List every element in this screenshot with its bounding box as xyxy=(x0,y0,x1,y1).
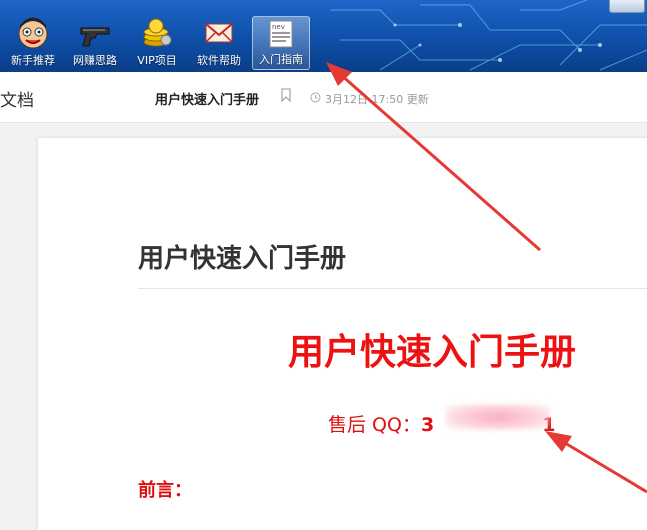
cartoon-face-icon xyxy=(18,17,48,49)
page-heading: 用户快速入门手册 xyxy=(138,244,347,274)
toolbar-label: 网赚思路 xyxy=(73,54,117,67)
redaction-blur xyxy=(446,404,550,430)
svg-text:nev: nev xyxy=(272,23,285,31)
doc-section-label[interactable]: 文档 xyxy=(0,86,34,111)
toolbar-item-vip[interactable]: VIP项目 xyxy=(128,16,186,70)
document-header: 文档 用户快速入门手册 3月12日 17:50 更新 xyxy=(0,72,647,123)
envelope-icon xyxy=(205,23,233,43)
top-toolbar: 新手推荐 网赚思路 VIP项目 软件帮助 nev 入门指南 xyxy=(0,0,647,72)
heading-divider xyxy=(138,288,647,289)
toolbar-item-ideas[interactable]: 网赚思路 xyxy=(66,16,124,70)
toolbar-label: 新手推荐 xyxy=(11,54,55,67)
bookmark-icon[interactable] xyxy=(281,88,291,102)
document-page: 用户快速入门手册 用户快速入门手册 售后 QQ：31 前言： xyxy=(38,138,647,530)
toolbar-label: 入门指南 xyxy=(259,53,303,66)
red-title: 用户快速入门手册 xyxy=(288,332,577,373)
newspaper-icon: nev xyxy=(269,20,293,48)
pistol-icon xyxy=(80,27,110,47)
gold-coins-icon xyxy=(143,18,172,47)
qq-number-start: 3 xyxy=(420,414,435,436)
toolbar-item-guide[interactable]: nev 入门指南 xyxy=(252,16,310,70)
toolbar-label: 软件帮助 xyxy=(197,54,241,67)
preface-heading: 前言： xyxy=(138,480,192,501)
toolbar-label: VIP项目 xyxy=(137,54,177,67)
toolbar-item-newbie[interactable]: 新手推荐 xyxy=(4,16,62,70)
toolbar-item-help[interactable]: 软件帮助 xyxy=(190,16,248,70)
updated-time: 3月12日 17:50 更新 xyxy=(325,93,429,106)
clock-icon xyxy=(310,92,321,103)
qq-label: 售后 QQ： xyxy=(328,414,421,436)
doc-title: 用户快速入门手册 xyxy=(155,93,260,108)
window-corner-button[interactable] xyxy=(609,0,645,13)
